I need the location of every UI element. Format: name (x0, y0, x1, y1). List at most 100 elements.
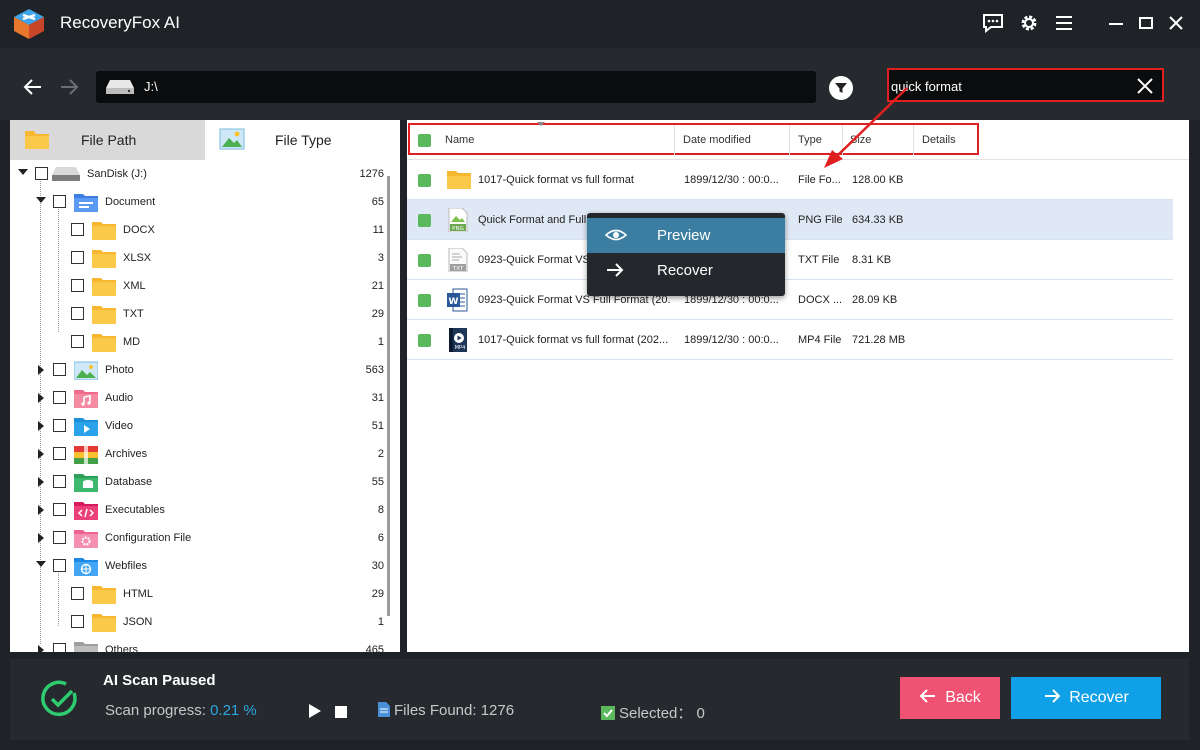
checkbox[interactable] (53, 559, 66, 572)
expand-arrow-icon[interactable] (38, 533, 44, 543)
tree-item-count: 21 (371, 280, 384, 292)
minimize-icon[interactable] (1103, 10, 1129, 36)
tree-item-count: 51 (371, 420, 384, 432)
txt-file-icon: TXT (447, 247, 469, 275)
feedback-icon[interactable] (980, 10, 1006, 36)
row-checkbox[interactable] (418, 294, 431, 307)
image-folder-icon (219, 128, 245, 153)
select-all-checkbox[interactable] (418, 134, 431, 147)
checkbox[interactable] (53, 475, 66, 488)
column-header-details[interactable]: Details (922, 134, 956, 146)
tree-item-document[interactable]: Document 65 (10, 188, 388, 216)
context-menu-recover[interactable]: Recover (587, 253, 785, 288)
checkbox[interactable] (53, 391, 66, 404)
expand-arrow-icon[interactable] (38, 505, 44, 515)
address-bar[interactable]: J:\ (96, 71, 816, 103)
tree-item-database[interactable]: Database 55 (10, 468, 388, 496)
checkbox[interactable] (53, 447, 66, 460)
tree-item-html[interactable]: HTML 29 (10, 580, 388, 608)
tree-item-count: 29 (371, 588, 384, 600)
back-arrow-icon[interactable] (20, 74, 46, 100)
checkbox[interactable] (53, 643, 66, 652)
recover-button[interactable]: Recover (1011, 677, 1161, 719)
checkbox[interactable] (71, 615, 84, 628)
settings-gear-icon[interactable] (1016, 10, 1042, 36)
recover-button-label: Recover (1069, 689, 1129, 706)
back-button[interactable]: Back (900, 677, 1000, 719)
tree-item-xlsx[interactable]: XLSX 3 (10, 244, 388, 272)
menu-icon[interactable] (1051, 10, 1077, 36)
search-input[interactable] (891, 76, 1121, 96)
tree-item-md[interactable]: MD 1 (10, 328, 388, 356)
table-header: Name Date modified Type Size Details (407, 120, 1189, 160)
checkbox[interactable] (71, 251, 84, 264)
tree-item-label: DOCX (123, 224, 155, 236)
collapse-arrow-icon[interactable] (36, 561, 46, 567)
context-menu-preview[interactable]: Preview (587, 218, 785, 253)
expand-arrow-icon[interactable] (38, 393, 44, 403)
expand-arrow-icon[interactable] (38, 477, 44, 487)
checkbox[interactable] (53, 531, 66, 544)
table-row[interactable]: TXT 0923-Quick Format VS TXT File 8.31 K… (407, 240, 1173, 280)
expand-arrow-icon[interactable] (38, 421, 44, 431)
play-icon[interactable] (308, 703, 322, 724)
tree-item-json[interactable]: JSON 1 (10, 608, 388, 636)
checkbox[interactable] (53, 195, 66, 208)
stop-icon[interactable] (335, 705, 347, 723)
tab-file-type[interactable]: File Type (205, 120, 400, 160)
clear-search-icon[interactable] (1134, 75, 1156, 97)
address-path: J:\ (144, 79, 158, 94)
tab-file-path[interactable]: File Path (10, 120, 205, 160)
table-row[interactable]: PNG Quick Format and Full F PNG File 634… (407, 200, 1173, 240)
checkbox[interactable] (53, 363, 66, 376)
checkbox[interactable] (35, 167, 48, 180)
forward-arrow-icon[interactable] (56, 74, 82, 100)
tree-item-others[interactable]: Others 465 (10, 636, 388, 652)
column-header-date-modified[interactable]: Date modified (683, 134, 751, 146)
expand-arrow-icon[interactable] (38, 365, 44, 375)
checkbox[interactable] (71, 335, 84, 348)
row-checkbox[interactable] (418, 174, 431, 187)
table-row[interactable]: MP4 1017-Quick format vs full format (20… (407, 320, 1173, 360)
tree-item-docx[interactable]: DOCX 11 (10, 216, 388, 244)
tree-item-audio[interactable]: Audio 31 (10, 384, 388, 412)
checkbox[interactable] (71, 223, 84, 236)
collapse-arrow-icon[interactable] (36, 197, 46, 203)
row-checkbox[interactable] (418, 214, 431, 227)
tree-item-sandisk[interactable]: SanDisk (J:) 1276 (10, 160, 388, 188)
table-row[interactable]: 1017-Quick format vs full format 1899/12… (407, 160, 1173, 200)
row-checkbox[interactable] (418, 334, 431, 347)
tree-item-video[interactable]: Video 51 (10, 412, 388, 440)
tree-item-configuration-file[interactable]: Configuration File 6 (10, 524, 388, 552)
tree-item-txt[interactable]: TXT 29 (10, 300, 388, 328)
column-header-type[interactable]: Type (798, 134, 822, 146)
folder-icon (92, 584, 116, 607)
close-icon[interactable] (1163, 10, 1189, 36)
tree-item-photo[interactable]: Photo 563 (10, 356, 388, 384)
maximize-icon[interactable] (1133, 10, 1159, 36)
tree-scrollbar[interactable] (387, 176, 390, 616)
checkbox[interactable] (71, 279, 84, 292)
selected-count: Selected： 0 (601, 702, 705, 724)
tree-item-webfiles[interactable]: Webfiles 30 (10, 552, 388, 580)
checkbox[interactable] (53, 503, 66, 516)
tree-item-executables[interactable]: Executables 8 (10, 496, 388, 524)
table-row[interactable]: W 0923-Quick Format VS Full Format (20..… (407, 280, 1173, 320)
collapse-arrow-icon[interactable] (18, 169, 28, 175)
tree-item-xml[interactable]: XML 21 (10, 272, 388, 300)
tree-item-count: 11 (372, 224, 384, 236)
tree-item-count: 29 (371, 308, 384, 320)
column-header-size[interactable]: Size (850, 134, 871, 146)
checkbox[interactable] (53, 419, 66, 432)
checkbox[interactable] (71, 587, 84, 600)
filter-icon[interactable] (829, 76, 853, 100)
expand-arrow-icon[interactable] (38, 449, 44, 459)
expand-arrow-icon[interactable] (38, 645, 44, 652)
checkbox[interactable] (71, 307, 84, 320)
archive-folder-icon (74, 444, 98, 467)
file-type: DOCX ... (798, 294, 843, 306)
tree-item-archives[interactable]: Archives 2 (10, 440, 388, 468)
column-header-name[interactable]: Name (445, 134, 474, 146)
tree-item-count: 1 (377, 616, 384, 628)
row-checkbox[interactable] (418, 254, 431, 267)
